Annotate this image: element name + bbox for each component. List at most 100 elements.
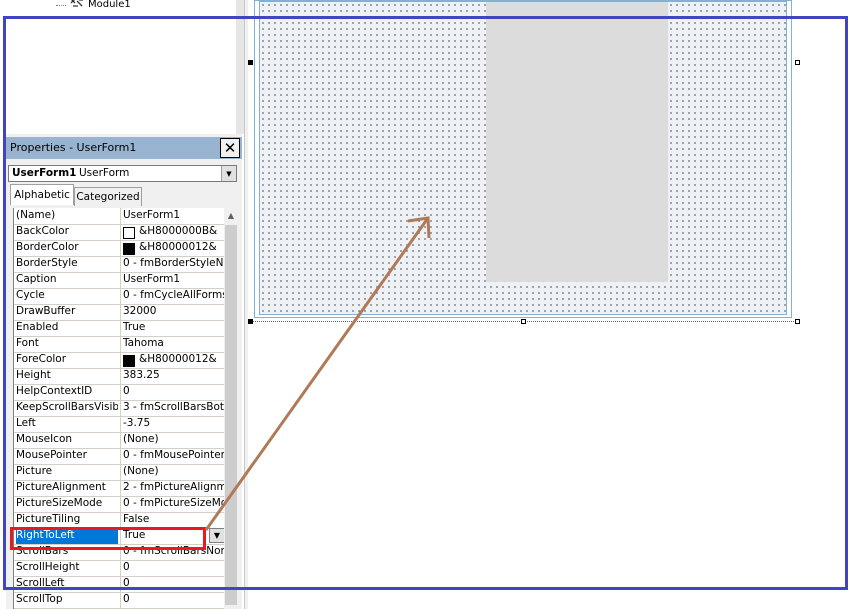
property-row[interactable]: BorderColor &H80000012& xyxy=(14,240,224,257)
property-value[interactable]: (None) xyxy=(120,464,225,480)
property-row[interactable]: MousePointer 0 - fmMousePointerDefault xyxy=(14,448,225,465)
property-name: KeepScrollBarsVisible xyxy=(16,401,118,413)
close-icon: ✕ xyxy=(223,138,237,157)
property-name: Picture xyxy=(16,465,53,477)
property-row[interactable]: Enabled True xyxy=(14,320,224,337)
chevron-up-icon[interactable]: ▲ xyxy=(224,208,238,222)
userform-canvas[interactable] xyxy=(254,0,792,318)
property-row[interactable]: BackColor &H8000000B& xyxy=(14,224,224,241)
property-value[interactable]: 3 - fmScrollBarsBoth xyxy=(120,400,225,416)
tab-label: Alphabetic xyxy=(14,189,70,201)
property-value[interactable]: 32000 xyxy=(120,304,225,320)
userform-grid[interactable] xyxy=(259,1,787,315)
resize-handle[interactable] xyxy=(795,60,800,65)
property-row[interactable]: ScrollBars 0 - fmScrollBarsNone xyxy=(14,544,225,561)
project-explorer: Module1 xyxy=(0,0,244,134)
property-value[interactable]: UserForm1 xyxy=(120,272,225,288)
property-value[interactable]: False xyxy=(120,512,225,528)
property-value[interactable]: 0 - fmPictureSizeModeClip xyxy=(120,496,225,512)
property-value-text: 0 - fmBorderStyleNone xyxy=(123,257,225,269)
property-value[interactable]: UserForm1 xyxy=(120,208,225,224)
property-name: Font xyxy=(16,337,39,349)
property-name: Cycle xyxy=(16,289,45,301)
property-row[interactable]: Left -3.75 xyxy=(14,416,224,433)
property-value[interactable]: 0 xyxy=(120,592,225,608)
property-name: Caption xyxy=(16,273,57,285)
property-name: HelpContextID xyxy=(16,385,93,397)
property-value[interactable]: &H8000000B& xyxy=(120,224,225,240)
property-value-text: False xyxy=(123,513,150,525)
property-value[interactable]: 0 xyxy=(120,560,225,576)
property-value[interactable]: 383.25 xyxy=(120,368,225,384)
property-row[interactable]: KeepScrollBarsVisible 3 - fmScrollBarsBot… xyxy=(14,400,225,417)
property-name: Height xyxy=(16,369,51,381)
property-row[interactable]: ScrollTop 0 xyxy=(14,592,224,609)
property-value[interactable]: 0 - fmMousePointerDefault xyxy=(120,448,225,464)
property-value[interactable]: (None) xyxy=(120,432,225,448)
color-swatch xyxy=(123,243,135,255)
property-value[interactable]: -3.75 xyxy=(120,416,225,432)
property-value[interactable]: 0 - fmScrollBarsNone xyxy=(120,544,225,560)
property-row[interactable]: ForeColor &H80000012& xyxy=(14,352,224,369)
tab-alphabetic[interactable]: Alphabetic xyxy=(10,184,74,205)
property-value-text: 0 - fmMousePointerDefault xyxy=(123,449,225,461)
property-name: Enabled xyxy=(16,321,59,333)
property-value-text: (None) xyxy=(123,433,159,445)
property-value[interactable]: &H80000012& xyxy=(120,352,225,368)
properties-window: Properties - UserForm1 ✕ UserForm1 UserF… xyxy=(6,134,242,609)
property-value-text: (None) xyxy=(123,465,159,477)
property-row[interactable]: Font Tahoma xyxy=(14,336,224,353)
property-row[interactable]: ScrollHeight 0 xyxy=(14,560,224,577)
tree-node-module1[interactable]: Module1 xyxy=(56,0,131,11)
property-row[interactable]: BorderStyle 0 - fmBorderStyleNone xyxy=(14,256,225,273)
resize-handle[interactable] xyxy=(795,319,800,324)
resize-handle[interactable] xyxy=(521,319,526,324)
chevron-down-icon[interactable]: ▼ xyxy=(209,528,225,543)
property-value[interactable]: Tahoma xyxy=(120,336,225,352)
property-name: Left xyxy=(16,417,36,429)
property-row[interactable]: PictureSizeMode 0 - fmPictureSizeModeClip xyxy=(14,496,225,513)
property-value[interactable]: 2 - fmPictureAlignmentCenter xyxy=(120,480,225,496)
property-grid: (Name) UserForm1 BackColor &H8000000B& Borde… xyxy=(13,208,231,609)
properties-title: Properties - UserForm1 xyxy=(10,141,137,154)
property-value[interactable]: 0 - fmCycleAllForms xyxy=(120,288,225,304)
property-value[interactable]: 0 xyxy=(120,576,225,592)
property-value-text: True xyxy=(123,321,146,333)
property-grid-scrollbar[interactable]: ▲ xyxy=(224,208,238,609)
tree-scrollbar[interactable] xyxy=(236,0,244,134)
property-row[interactable]: MouseIcon (None) xyxy=(14,432,224,449)
property-row[interactable]: DrawBuffer 32000 xyxy=(14,304,224,321)
property-row[interactable]: Picture (None) xyxy=(14,464,224,481)
property-value-text: 0 xyxy=(123,561,130,573)
property-row[interactable]: (Name) UserForm1 xyxy=(14,208,224,225)
resize-handle[interactable] xyxy=(248,319,253,324)
properties-title-bar[interactable]: Properties - UserForm1 ✕ xyxy=(6,137,242,159)
property-name: ForeColor xyxy=(16,353,67,365)
scrollbar-thumb[interactable] xyxy=(225,225,237,605)
property-value[interactable]: 0 - fmBorderStyleNone xyxy=(120,256,225,272)
property-value[interactable]: True ▼ xyxy=(120,528,225,544)
property-row[interactable]: PictureAlignment 2 - fmPictureAlignmentCe… xyxy=(14,480,225,497)
property-name: MouseIcon xyxy=(16,433,73,445)
close-button[interactable]: ✕ xyxy=(220,138,240,158)
property-value-text: 0 - fmCycleAllForms xyxy=(123,289,225,301)
property-value[interactable]: &H80000012& xyxy=(120,240,225,256)
form-designer xyxy=(248,0,864,609)
property-value[interactable]: True xyxy=(120,320,225,336)
property-row[interactable]: Cycle 0 - fmCycleAllForms xyxy=(14,288,225,305)
property-name: BorderStyle xyxy=(16,257,78,269)
form-control-placeholder[interactable] xyxy=(486,2,668,282)
property-value[interactable]: 0 xyxy=(120,384,225,400)
property-row[interactable]: RightToLeft True ▼ xyxy=(14,528,225,545)
property-row[interactable]: ScrollLeft 0 xyxy=(14,576,224,593)
tab-categorized[interactable]: Categorized xyxy=(74,187,142,206)
property-row[interactable]: PictureTiling False xyxy=(14,512,224,529)
property-row[interactable]: Caption UserForm1 xyxy=(14,272,224,289)
chevron-down-icon[interactable]: ▼ xyxy=(221,166,236,181)
property-row[interactable]: HelpContextID 0 xyxy=(14,384,224,401)
property-name: RightToLeft xyxy=(16,529,118,544)
object-select[interactable]: UserForm1 UserForm ▼ xyxy=(8,165,237,182)
tree-connector xyxy=(56,4,66,6)
resize-handle[interactable] xyxy=(248,60,253,65)
property-row[interactable]: Height 383.25 xyxy=(14,368,224,385)
